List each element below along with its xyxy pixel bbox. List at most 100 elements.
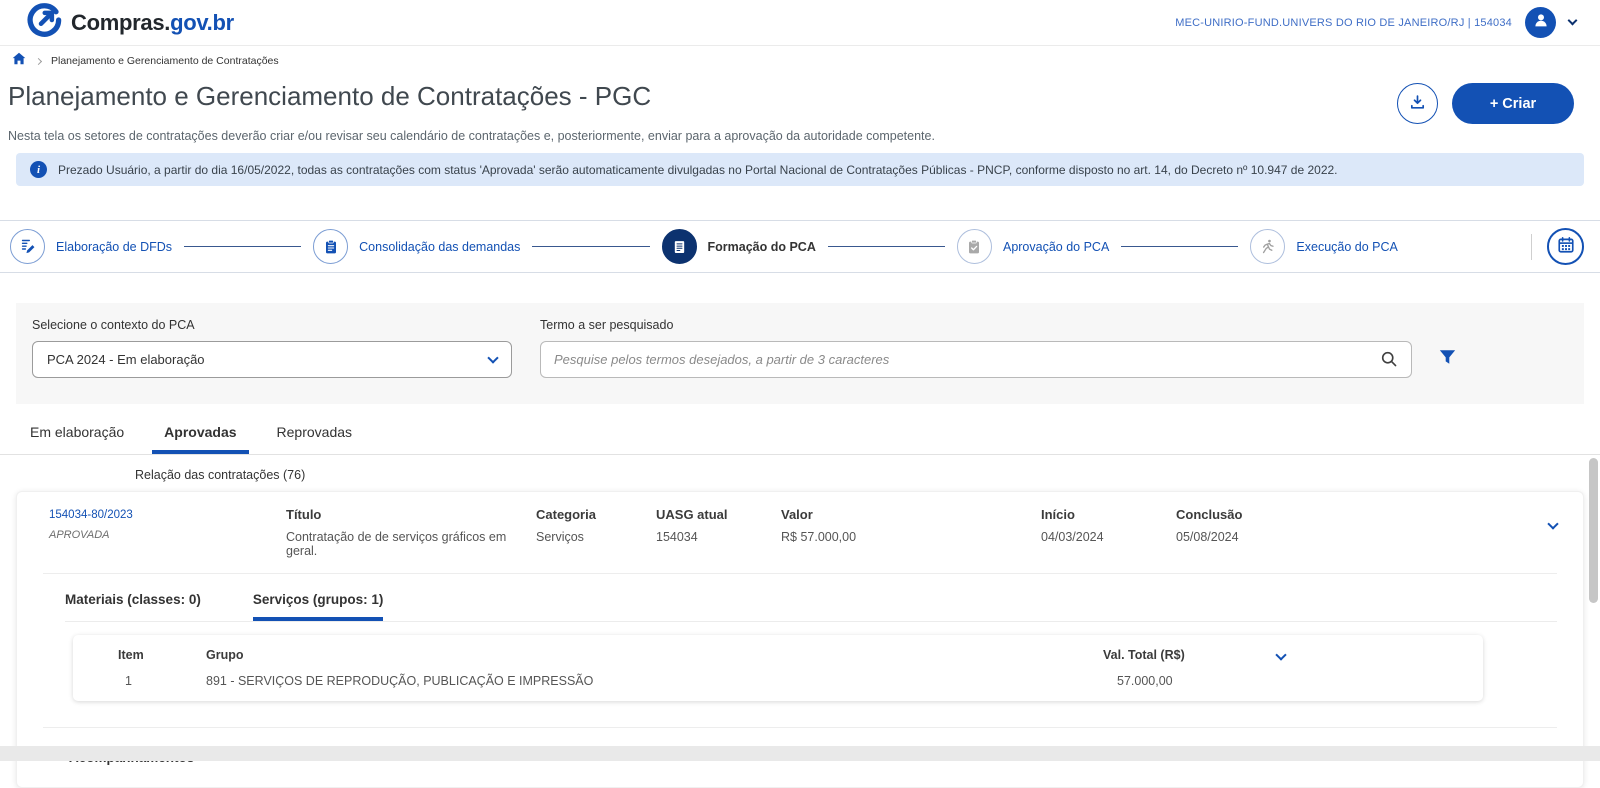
compras-govbr-logo[interactable]: Compras.gov.br	[26, 2, 234, 43]
step-label: Consolidação das demandas	[359, 240, 520, 254]
user-org-label[interactable]: MEC-UNIRIO-FUND.UNIVERS DO RIO DE JANEIR…	[1175, 17, 1512, 29]
field-label: Título	[286, 507, 536, 522]
contract-field-valor: Valor R$ 57.000,00	[781, 507, 1041, 544]
vertical-scrollbar-thumb[interactable]	[1589, 458, 1598, 603]
select-chevron-down-icon	[487, 352, 498, 363]
clipboard-check-icon	[957, 229, 992, 264]
search-input[interactable]	[540, 341, 1412, 378]
filter-funnel-icon[interactable]	[1438, 348, 1457, 378]
step-connector	[532, 246, 649, 247]
items-table-card: Item Grupo Val. Total (R$) 1 891 - SERVI…	[73, 635, 1483, 701]
pca-context-field: Selecione o contexto do PCA PCA 2024 - E…	[32, 318, 512, 378]
stepper-divider	[1531, 234, 1532, 260]
page-title: Planejamento e Gerenciamento de Contrata…	[8, 81, 651, 112]
field-value: 04/03/2024	[1041, 530, 1176, 544]
items-table-header: Item Grupo Val. Total (R$)	[73, 648, 1483, 662]
field-value: Contratação de de serviços gráficos em g…	[286, 530, 536, 558]
document-icon	[662, 229, 697, 264]
contract-row: 154034-80/2023 APROVADA Título Contrataç…	[43, 507, 1557, 558]
calendar-button[interactable]	[1547, 228, 1584, 265]
step-elaboracao-dfds[interactable]: Elaboração de DFDs	[10, 229, 184, 264]
pca-context-value: PCA 2024 - Em elaboração	[47, 352, 205, 367]
field-label: UASG atual	[656, 507, 781, 522]
pca-stepper: Elaboração de DFDs Consolidação das dema…	[0, 220, 1600, 273]
cell-item: 1	[73, 674, 206, 688]
row-collapse-chevron-icon[interactable]	[1549, 507, 1557, 533]
contract-field-inicio: Início 04/03/2024	[1041, 507, 1176, 544]
step-connector	[828, 246, 945, 247]
page-subtitle: Nesta tela os setores de contratações de…	[0, 124, 1600, 143]
step-connector	[1121, 246, 1238, 247]
search-icon[interactable]	[1380, 350, 1398, 373]
cell-val-total: 57.000,00	[1103, 674, 1483, 688]
pca-context-select[interactable]: PCA 2024 - Em elaboração	[32, 341, 512, 378]
breadcrumb-current: Planejamento e Gerenciamento de Contrata…	[51, 55, 279, 67]
sort-chevron-down-icon[interactable]	[1277, 648, 1285, 662]
breadcrumb-separator-icon	[35, 57, 42, 64]
field-label: Conclusão	[1176, 507, 1316, 522]
tab-aprovadas[interactable]: Aprovadas	[152, 420, 248, 454]
field-label: Valor	[781, 507, 1041, 522]
status-tabs: Em elaboração Aprovadas Reprovadas	[0, 420, 1600, 455]
field-value: 154034	[656, 530, 781, 544]
field-label: Início	[1041, 507, 1176, 522]
step-execucao-pca[interactable]: Execução do PCA	[1250, 229, 1409, 264]
info-banner-text: Prezado Usuário, a partir do dia 16/05/2…	[58, 163, 1338, 177]
step-consolidacao-demandas[interactable]: Consolidação das demandas	[313, 229, 532, 264]
contract-status-badge: APROVADA	[49, 529, 286, 541]
runner-icon	[1250, 229, 1285, 264]
card-divider	[43, 727, 1557, 728]
header-grupo: Grupo	[206, 648, 1103, 662]
tab-em-elaboracao[interactable]: Em elaboração	[18, 420, 136, 454]
user-avatar[interactable]	[1525, 7, 1556, 38]
header-val-total-label: Val. Total (R$)	[1103, 648, 1185, 662]
contract-card: 154034-80/2023 APROVADA Título Contrataç…	[16, 491, 1584, 788]
home-icon[interactable]	[12, 52, 26, 70]
search-term-label: Termo a ser pesquisado	[540, 318, 1412, 332]
field-value: R$ 57.000,00	[781, 530, 1041, 544]
top-bar: Compras.gov.br MEC-UNIRIO-FUND.UNIVERS D…	[0, 0, 1600, 46]
info-icon: i	[30, 161, 47, 178]
user-menu-chevron-down-icon[interactable]	[1568, 16, 1578, 26]
contract-field-categoria: Categoria Serviços	[536, 507, 656, 544]
filter-panel: Selecione o contexto do PCA PCA 2024 - E…	[16, 303, 1584, 404]
step-label: Formação do PCA	[708, 240, 816, 254]
step-label: Aprovação do PCA	[1003, 240, 1109, 254]
logo-text: Compras.gov.br	[71, 10, 234, 36]
contract-id-column: 154034-80/2023 APROVADA	[49, 507, 286, 541]
field-value: Serviços	[536, 530, 656, 544]
contract-field-titulo: Título Contratação de de serviços gráfic…	[286, 507, 536, 558]
download-button[interactable]	[1397, 83, 1438, 124]
step-connector	[184, 246, 301, 247]
results-count-label: Relação das contratações (76)	[135, 468, 1600, 482]
title-row: Planejamento e Gerenciamento de Contrata…	[0, 76, 1600, 124]
contract-id-link[interactable]: 154034-80/2023	[49, 509, 286, 521]
contract-field-uasg: UASG atual 154034	[656, 507, 781, 544]
field-value: 05/08/2024	[1176, 530, 1316, 544]
person-icon	[1532, 11, 1550, 34]
calendar-icon	[1557, 236, 1575, 257]
pca-context-label: Selecione o contexto do PCA	[32, 318, 512, 332]
subtab-servicos[interactable]: Serviços (grupos: 1)	[253, 592, 384, 621]
user-area: MEC-UNIRIO-FUND.UNIVERS DO RIO DE JANEIR…	[1175, 7, 1576, 38]
header-val-total: Val. Total (R$)	[1103, 648, 1483, 662]
step-label: Elaboração de DFDs	[56, 240, 172, 254]
create-button[interactable]: + Criar	[1452, 83, 1574, 124]
step-formacao-pca[interactable]: Formação do PCA	[662, 229, 828, 264]
clipboard-icon	[313, 229, 348, 264]
logo-icon	[26, 2, 62, 43]
page-bottom-strip	[0, 746, 1600, 761]
field-label: Categoria	[536, 507, 656, 522]
page-actions: + Criar	[1397, 83, 1574, 124]
subtab-materiais[interactable]: Materiais (classes: 0)	[65, 592, 201, 621]
download-icon	[1409, 94, 1426, 114]
cell-grupo: 891 - SERVIÇOS DE REPRODUÇÃO, PUBLICAÇÃO…	[206, 674, 1103, 688]
header-item: Item	[73, 648, 206, 662]
step-aprovacao-pca[interactable]: Aprovação do PCA	[957, 229, 1121, 264]
items-table-row: 1 891 - SERVIÇOS DE REPRODUÇÃO, PUBLICAÇ…	[73, 674, 1483, 688]
info-banner: i Prezado Usuário, a partir do dia 16/05…	[16, 153, 1584, 186]
tab-reprovadas[interactable]: Reprovadas	[265, 420, 365, 454]
contract-field-conclusao: Conclusão 05/08/2024	[1176, 507, 1316, 544]
pencil-document-icon	[10, 229, 45, 264]
step-label: Execução do PCA	[1296, 240, 1397, 254]
